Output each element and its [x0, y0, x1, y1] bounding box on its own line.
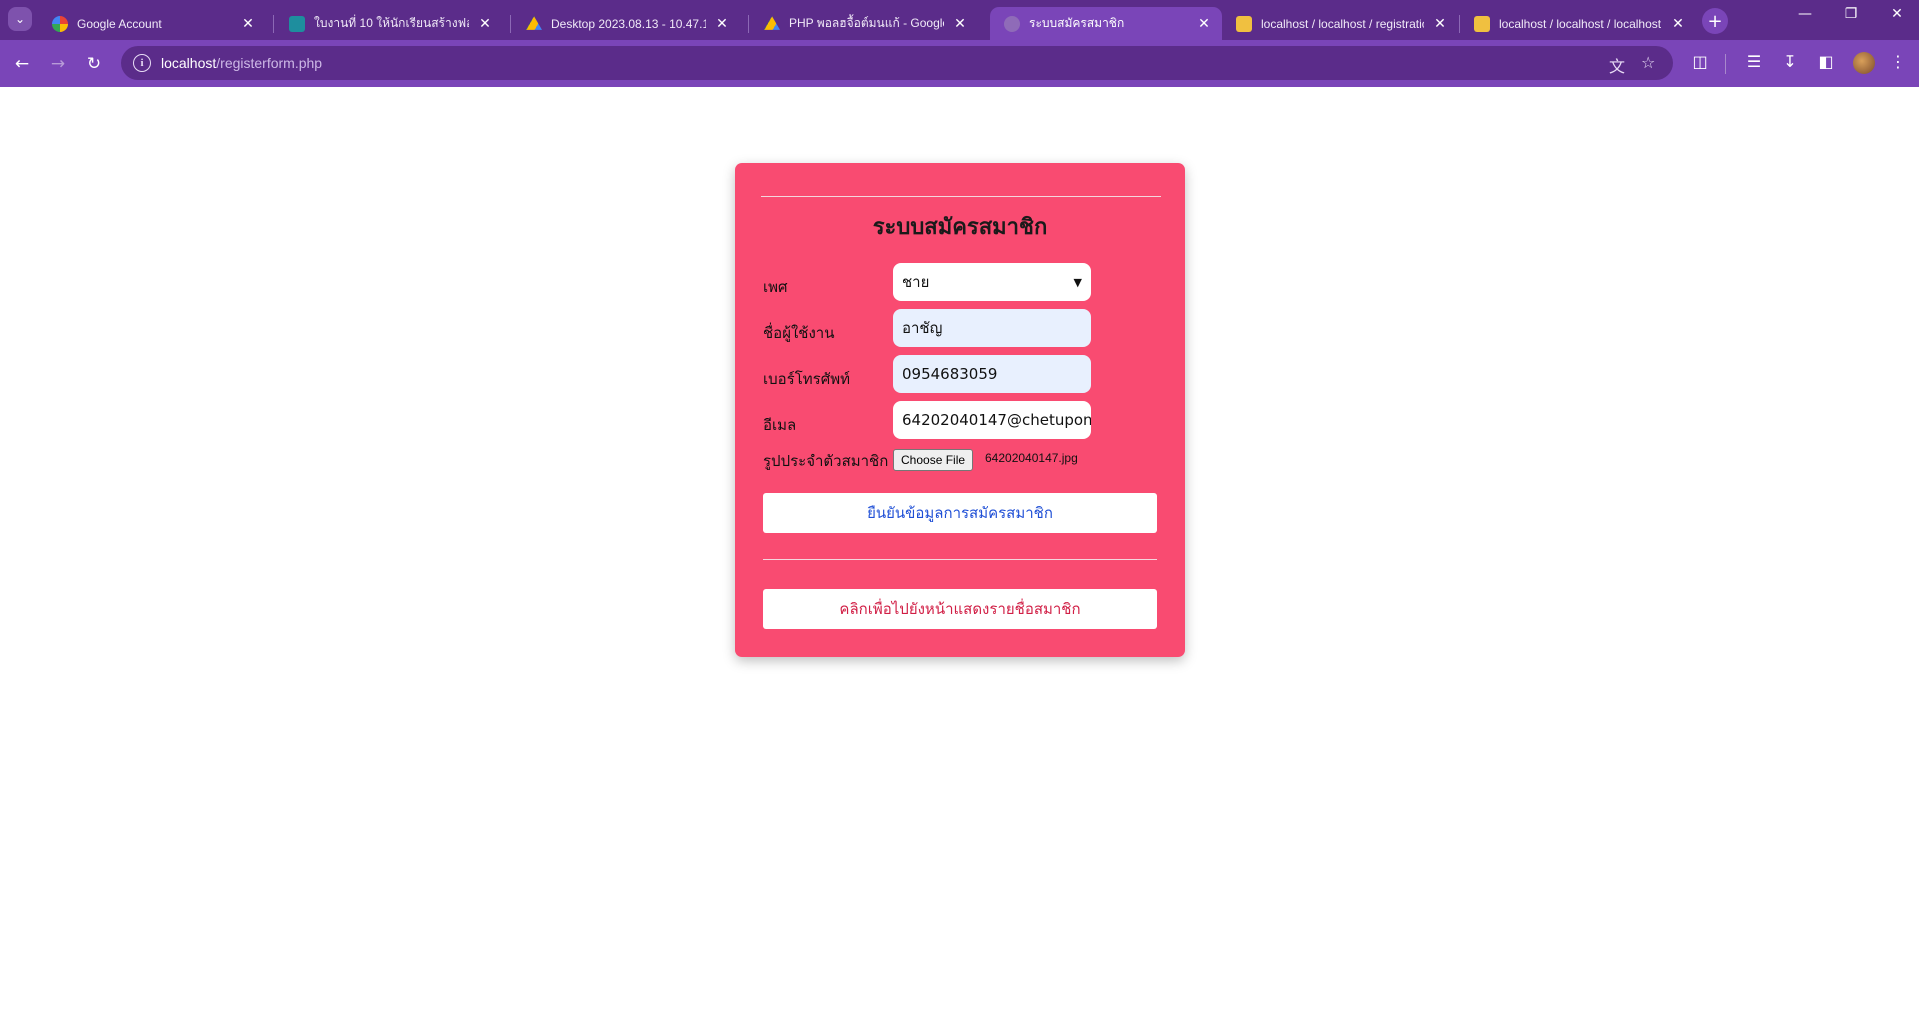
- chevron-down-icon: ▼: [1073, 275, 1082, 289]
- drive-icon: [764, 16, 780, 30]
- username-label: ชื่อผู้ใช้งาน: [763, 324, 835, 342]
- gender-select[interactable]: ชาย ▼: [893, 263, 1091, 301]
- tab-title: Google Account: [77, 16, 162, 31]
- tab-search-button[interactable]: ⌄: [8, 7, 32, 31]
- tab-phpmyadmin-registration[interactable]: localhost / localhost / registratio ✕: [1222, 7, 1458, 40]
- email-input[interactable]: 64202040147@chetupon: [893, 401, 1091, 439]
- tab-title: localhost / localhost / localhost: [1499, 16, 1662, 31]
- tab-title: ระบบสมัครสมาชิก: [1029, 16, 1125, 30]
- username-input[interactable]: อาชัญ: [893, 309, 1091, 347]
- email-label: อีเมล: [763, 416, 797, 434]
- close-icon[interactable]: ✕: [712, 15, 732, 32]
- arrow-left-icon: ←: [14, 54, 30, 74]
- close-icon[interactable]: ✕: [475, 15, 495, 32]
- classroom-icon: [289, 15, 305, 32]
- phpmyadmin-icon: [1474, 15, 1490, 32]
- avatar[interactable]: [1853, 52, 1875, 74]
- form-title: ระบบสมัครสมาชิก: [872, 215, 1048, 240]
- close-icon[interactable]: ✕: [1668, 15, 1688, 32]
- tab-drive-desktop[interactable]: Desktop 2023.08.13 - 10.47.15.( ✕: [512, 7, 740, 40]
- globe-icon: [1004, 15, 1020, 32]
- phone-label: เบอร์โทรศัพท์: [763, 370, 851, 388]
- close-window-button[interactable]: ✕: [1877, 6, 1917, 22]
- divider: [763, 559, 1157, 560]
- chevron-down-icon: ⌄: [14, 12, 26, 26]
- selected-file-name: 64202040147.jpg: [985, 451, 1078, 465]
- register-form-card: ระบบสมัครสมาชิก เพศ ชาย ▼ ชื่อผู้ใช้งาน …: [735, 163, 1185, 657]
- tab-title: localhost / localhost / registratio: [1261, 16, 1424, 31]
- minimize-icon: —: [1798, 6, 1812, 22]
- tab-classroom-assignment[interactable]: ใบงานที่ 10 ให้นักเรียนสร้างฟอร์มสมั ✕: [275, 7, 503, 40]
- tab-title: PHP พอลฮจื้อต์มนแก้ - Google Driv: [789, 16, 944, 30]
- submit-registration-button[interactable]: ยืนยันข้อมูลการสมัครสมาชิก: [763, 493, 1157, 533]
- tab-strip: ⌄ Google Account ✕ ใบงานที่ 10 ให้นักเรี…: [0, 0, 1919, 40]
- restore-icon: ❐: [1844, 6, 1858, 22]
- media-control-icon[interactable]: ☰: [1742, 52, 1766, 71]
- photo-label: รูปประจำตัวสมาชิก: [763, 452, 889, 470]
- tab-title: Desktop 2023.08.13 - 10.47.15.(: [551, 16, 706, 31]
- phpmyadmin-icon: [1236, 15, 1252, 32]
- plus-icon: +: [1707, 10, 1723, 32]
- url-path: /registerform.php: [216, 55, 323, 71]
- gender-label: เพศ: [763, 278, 788, 296]
- bookmark-star-icon[interactable]: ☆: [1641, 53, 1655, 72]
- download-icon[interactable]: ↧: [1778, 52, 1802, 71]
- reload-icon: ↻: [86, 54, 102, 74]
- phone-input[interactable]: 0954683059: [893, 355, 1091, 393]
- drive-icon: [526, 16, 542, 30]
- tab-separator: [748, 15, 749, 33]
- arrow-right-icon: →: [50, 54, 66, 74]
- toolbar-separator: [1725, 54, 1726, 74]
- translate-icon[interactable]: 文: [1609, 53, 1625, 77]
- choose-file-button[interactable]: Choose File: [893, 449, 974, 471]
- forward-button[interactable]: →: [44, 50, 72, 78]
- close-icon[interactable]: ✕: [238, 15, 258, 32]
- tab-separator: [273, 15, 274, 33]
- tab-title: ใบงานที่ 10 ให้นักเรียนสร้างฟอร์มสมั: [314, 16, 469, 30]
- restore-button[interactable]: ❐: [1831, 6, 1871, 22]
- url-host: localhost: [161, 55, 217, 71]
- tab-drive-php[interactable]: PHP พอลฮจื้อต์มนแก้ - Google Driv ✕: [750, 7, 978, 40]
- new-tab-button[interactable]: +: [1702, 8, 1728, 34]
- divider: [761, 196, 1161, 197]
- phone-value: 0954683059: [902, 365, 998, 383]
- tab-phpmyadmin-localhost[interactable]: localhost / localhost / localhost ✕: [1460, 7, 1696, 40]
- gender-select-value: ชาย: [902, 273, 930, 291]
- member-list-link-button[interactable]: คลิกเพื่อไปยังหน้าแสดงรายชื่อสมาชิก: [763, 589, 1157, 629]
- info-icon[interactable]: i: [133, 54, 151, 72]
- email-value: 64202040147@chetupon: [902, 411, 1091, 429]
- menu-kebab-icon[interactable]: ⋮: [1886, 52, 1910, 71]
- minimize-button[interactable]: —: [1785, 6, 1825, 22]
- side-panel-icon[interactable]: ◧: [1814, 52, 1838, 71]
- google-icon: [52, 15, 68, 32]
- tab-google-account[interactable]: Google Account ✕: [38, 7, 266, 40]
- username-value: อาชัญ: [902, 319, 943, 337]
- close-icon[interactable]: ✕: [950, 15, 970, 32]
- tab-register-form[interactable]: ระบบสมัครสมาชิก ✕: [990, 7, 1222, 40]
- close-icon: ✕: [1891, 6, 1903, 22]
- close-icon[interactable]: ✕: [1430, 15, 1450, 32]
- extensions-icon[interactable]: ◫: [1688, 52, 1712, 71]
- address-bar[interactable]: i localhost/registerform.php 文 ☆: [121, 46, 1673, 80]
- back-button[interactable]: ←: [8, 50, 36, 78]
- close-icon[interactable]: ✕: [1194, 15, 1214, 32]
- browser-toolbar: ← → ↻ i localhost/registerform.php 文 ☆ ◫…: [0, 40, 1919, 87]
- tab-separator: [510, 15, 511, 33]
- reload-button[interactable]: ↻: [80, 50, 108, 78]
